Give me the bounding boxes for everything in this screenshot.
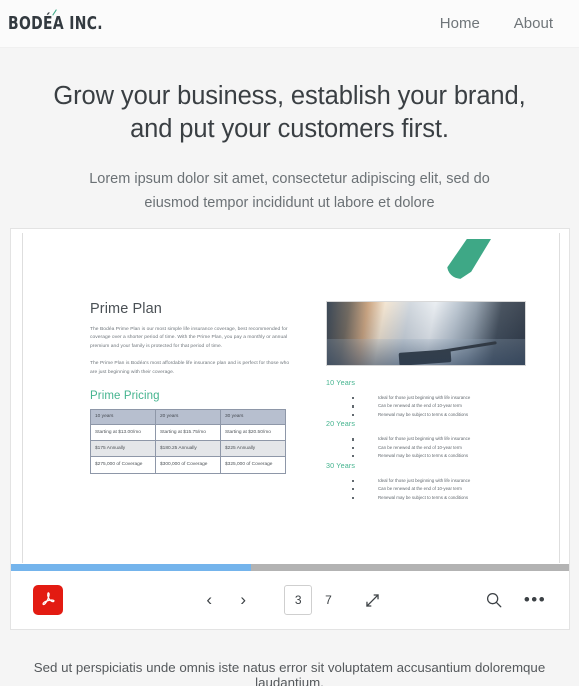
pdf-pagination-controls: ‹ › 7 xyxy=(11,585,569,615)
site-logo[interactable]: BODÉA INC. xyxy=(8,9,103,34)
list-item: Renewal may be subject to terms & condit… xyxy=(352,452,526,460)
term-heading: 20 Years xyxy=(326,419,356,429)
pricing-table: 10 years 20 years 30 years Starting at $… xyxy=(90,409,286,474)
term-bullet-list: Ideal for those just beginning with life… xyxy=(326,394,526,419)
pricing-table-header-row: 10 years 20 years 30 years xyxy=(90,409,286,425)
list-item: Ideal for those just beginning with life… xyxy=(352,435,526,443)
pricing-cell: $325,000 of Coverage xyxy=(220,456,286,474)
list-item: Renewal may be subject to terms & condit… xyxy=(352,494,526,502)
list-item: Renewal may be subject to terms & condit… xyxy=(352,411,526,419)
pricing-cell: $275,000 of Coverage xyxy=(90,456,156,474)
document-right-column: 10 Years Ideal for those just beginning … xyxy=(326,301,526,502)
previous-page-button[interactable]: ‹ xyxy=(194,585,224,615)
term-section-20-years: 20 Years Ideal for those just beginning … xyxy=(326,419,526,460)
scroll-progress-fill xyxy=(11,564,251,571)
list-item: Can be renewed at the end of 10-year ter… xyxy=(352,402,526,410)
pdf-toolbar: ‹ › 7 xyxy=(11,571,569,629)
term-heading: 10 Years xyxy=(326,378,356,387)
term-bullet-list: Ideal for those just beginning with life… xyxy=(326,477,526,502)
document-left-column: Prime Plan The Bodéa Prime Plan is our m… xyxy=(90,301,290,474)
next-page-button[interactable]: › xyxy=(228,585,258,615)
pricing-heading: Prime Pricing xyxy=(90,390,160,403)
hero-heading-line-1: Grow your business, establish your brand… xyxy=(53,82,526,110)
pricing-cell: $225 Annually xyxy=(220,440,286,458)
term-section-30-years: 30 Years Ideal for those just beginning … xyxy=(326,461,526,502)
list-item: Can be renewed at the end of 10-year ter… xyxy=(352,485,526,493)
site-header: BODÉA INC. Home About xyxy=(0,0,579,48)
pdf-viewer: Prime Plan The Bodéa Prime Plan is our m… xyxy=(10,228,570,630)
fullscreen-expand-button[interactable] xyxy=(360,587,386,613)
logo-accent-icon xyxy=(52,9,57,16)
pricing-cell: $300,000 of Coverage xyxy=(155,456,221,474)
total-pages-label: 7 xyxy=(325,593,332,607)
hero-heading: Grow your business, establish your brand… xyxy=(0,48,579,146)
list-item: Ideal for those just beginning with life… xyxy=(352,394,526,402)
nav-link-about[interactable]: About xyxy=(514,15,553,32)
pricing-cell: $180.25 Annually xyxy=(155,440,221,458)
scroll-progress-track[interactable] xyxy=(11,564,569,571)
pricing-header-col-3: 30 years xyxy=(220,409,286,425)
pen-shape xyxy=(435,341,497,354)
footer-paragraph: Sed ut perspiciatis unde omnis iste natu… xyxy=(33,660,546,686)
phone-shape xyxy=(398,349,452,365)
site-logo-text: BODÉA INC. xyxy=(8,13,103,34)
page-root: BODÉA INC. Home About Grow your business… xyxy=(0,0,579,686)
hero-section: Grow your business, establish your brand… xyxy=(0,48,579,215)
document-paragraph-2: The Prime Plan is Bodéa's most affordabl… xyxy=(90,361,290,375)
pricing-cell: Starting at $15.75/mo xyxy=(155,423,221,442)
pricing-header-col-2: 20 years xyxy=(155,409,221,425)
pricing-cell: $175 Annually xyxy=(90,440,156,458)
list-item: Can be renewed at the end of 10-year ter… xyxy=(352,444,526,452)
main-nav: Home About xyxy=(440,15,553,32)
nav-link-home[interactable]: Home xyxy=(440,15,480,32)
page-number-input[interactable] xyxy=(284,585,313,615)
table-row: $275,000 of Coverage $300,000 of Coverag… xyxy=(90,456,286,474)
document-paragraph-1: The Bodéa Prime Plan is our most simple … xyxy=(90,327,288,349)
brand-swoosh-icon xyxy=(447,239,491,279)
table-row: Starting at $13.00/mo Starting at $15.75… xyxy=(90,423,286,442)
pricing-cell: Starting at $20.50/mo xyxy=(220,423,286,442)
expand-arrows-icon xyxy=(366,593,380,607)
term-bullet-list: Ideal for those just beginning with life… xyxy=(326,435,526,460)
hero-heading-line-2: and put your customers first. xyxy=(130,115,449,144)
term-heading: 30 Years xyxy=(326,460,356,470)
document-title: Prime Plan xyxy=(90,301,162,317)
table-row: $175 Annually $180.25 Annually $225 Annu… xyxy=(90,440,286,458)
pricing-header-col-1: 10 years xyxy=(90,409,156,425)
list-item: Ideal for those just beginning with life… xyxy=(352,477,526,485)
pricing-cell: Starting at $13.00/mo xyxy=(90,423,156,442)
hero-subheading: Lorem ipsum dolor sit amet, consectetur … xyxy=(89,171,490,211)
pdf-page-canvas[interactable]: Prime Plan The Bodéa Prime Plan is our m… xyxy=(22,233,560,563)
term-section-10-years: 10 Years Ideal for those just beginning … xyxy=(326,378,526,419)
document-photo xyxy=(326,301,526,366)
